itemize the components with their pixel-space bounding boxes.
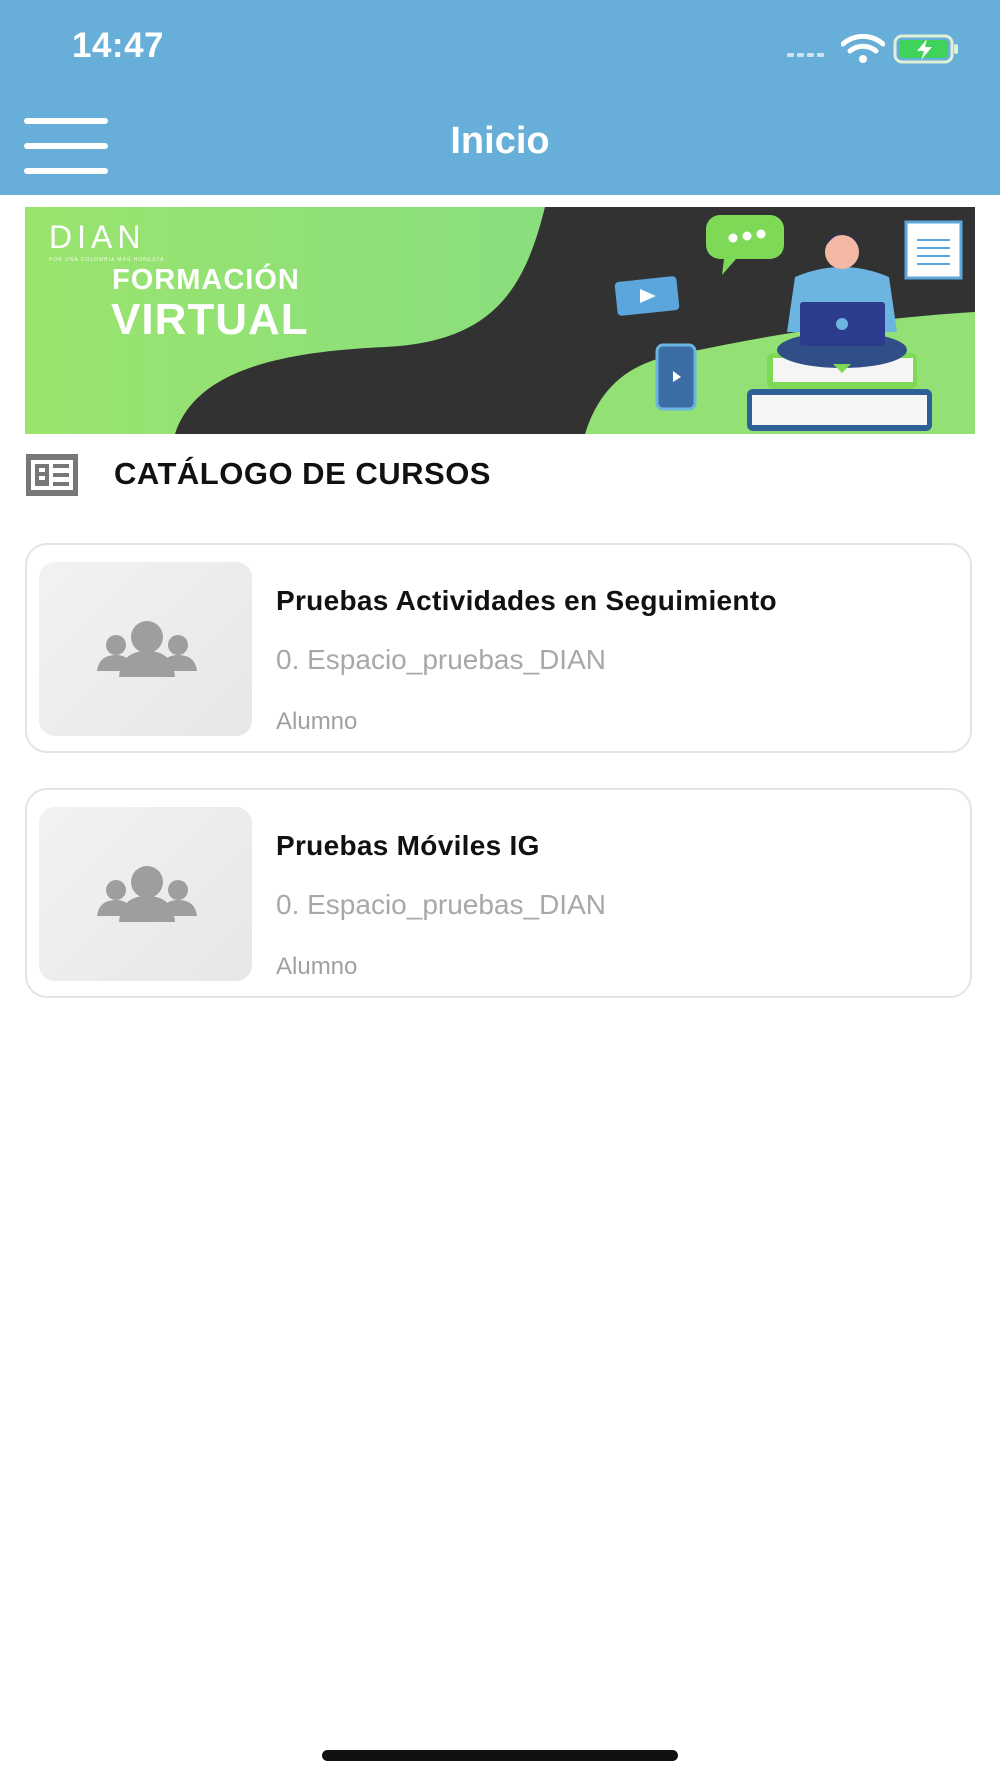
course-thumbnail xyxy=(39,807,252,981)
course-title: Pruebas Actividades en Seguimiento xyxy=(276,585,777,616)
status-time: 14:47 xyxy=(72,26,165,65)
catalog-title: CATÁLOGO DE CURSOS xyxy=(114,456,491,491)
formacion-virtual-banner: DIAN POR UNA COLOMBIA MÁS HONESTA FORMAC… xyxy=(25,207,975,434)
course-title: Pruebas Móviles IG xyxy=(276,830,540,861)
course-role: Alumno xyxy=(276,953,358,980)
dian-logo: DIAN xyxy=(49,219,146,255)
home-indicator[interactable] xyxy=(322,1750,678,1761)
course-role: Alumno xyxy=(276,708,358,735)
group-placeholder-icon xyxy=(97,866,197,922)
course-category: 0. Espacio_pruebas_DIAN xyxy=(276,889,606,920)
top-bar: 14:47 Inicio xyxy=(0,0,1000,195)
group-placeholder-icon xyxy=(97,621,197,677)
course-card[interactable]: Pruebas Móviles IG 0. Espacio_pruebas_DI… xyxy=(25,788,972,998)
cellular-signal-icon xyxy=(787,53,824,57)
banner-heading-line2: VIRTUAL xyxy=(111,295,309,344)
banner-heading-line1: FORMACIÓN xyxy=(112,264,300,296)
dian-logo-tagline: POR UNA COLOMBIA MÁS HONESTA xyxy=(49,257,165,263)
catalog-list-icon xyxy=(26,454,78,496)
wifi-icon xyxy=(841,34,885,63)
battery-charging-icon xyxy=(893,34,958,64)
course-category: 0. Espacio_pruebas_DIAN xyxy=(276,644,606,675)
course-card[interactable]: Pruebas Actividades en Seguimiento 0. Es… xyxy=(25,543,972,753)
page-title: Inicio xyxy=(450,120,550,162)
course-thumbnail xyxy=(39,562,252,736)
